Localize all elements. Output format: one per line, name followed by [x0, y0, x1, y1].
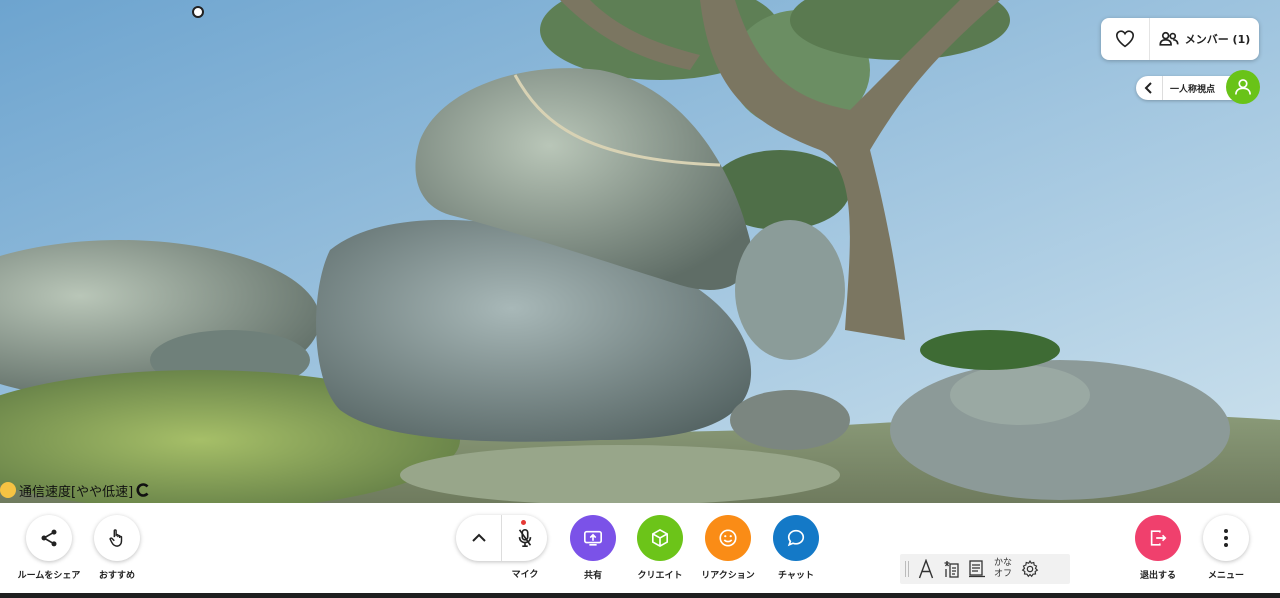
- reload-icon[interactable]: [136, 483, 150, 497]
- chat-bubble-icon: [787, 529, 805, 547]
- text-to-speech-button[interactable]: [942, 554, 960, 584]
- menu-label: メニュー: [1207, 571, 1244, 581]
- speech-icon: [944, 561, 959, 578]
- member-label: メンバー (1): [1184, 33, 1251, 46]
- menu-button[interactable]: メニュー: [1193, 515, 1259, 581]
- a11y-settings-button[interactable]: [1020, 554, 1040, 584]
- drag-handle[interactable]: [904, 554, 910, 584]
- accessibility-toolbar: かな オフ: [900, 554, 1070, 584]
- network-status-label: 通信速度[やや低速]: [19, 484, 134, 500]
- create-label: クリエイト: [637, 571, 683, 581]
- network-status: 通信速度[やや低速]: [0, 481, 150, 500]
- view-mode-label: 一人称視点: [1170, 85, 1216, 95]
- recommend-button[interactable]: おすすめ: [84, 515, 150, 581]
- mic-status-dot: [521, 520, 526, 525]
- cube-icon: [651, 528, 669, 548]
- cursor-indicator: [192, 6, 204, 18]
- kana-line-1: かな: [994, 558, 1013, 568]
- network-status-dot: [0, 482, 16, 498]
- user-icon: [1235, 79, 1251, 95]
- expand-button[interactable]: [456, 515, 502, 561]
- hand-pointer-icon: [109, 529, 123, 547]
- 3d-scene-view[interactable]: [0, 0, 1280, 503]
- ruler-icon: [969, 560, 985, 578]
- share-icon: [41, 529, 57, 547]
- chat-button[interactable]: チャット: [763, 515, 829, 581]
- people-icon: [1159, 31, 1179, 46]
- mic-label: マイク: [511, 570, 539, 580]
- recommend-label: おすすめ: [98, 571, 135, 581]
- font-size-button[interactable]: [918, 554, 934, 584]
- grip-icon: [905, 561, 909, 577]
- reaction-label: リアクション: [701, 571, 755, 581]
- more-vertical-icon: [1224, 529, 1228, 547]
- screen-share-icon: [584, 530, 602, 546]
- screen-share-button[interactable]: 共有: [560, 515, 626, 581]
- exit-label: 退出する: [1139, 571, 1176, 581]
- share-room-button[interactable]: ルームをシェア: [12, 515, 86, 581]
- chevron-left-icon: [1144, 82, 1152, 94]
- chevron-up-icon: [471, 533, 486, 542]
- mic-control-group: [456, 515, 547, 561]
- kana-line-2: オフ: [994, 569, 1013, 579]
- reaction-button[interactable]: リアクション: [694, 515, 762, 581]
- share-room-label: ルームをシェア: [17, 571, 81, 581]
- kana-toggle-button[interactable]: かな オフ: [994, 554, 1012, 584]
- chat-label: チャット: [778, 571, 814, 581]
- smile-icon: [719, 529, 737, 547]
- create-button[interactable]: クリエイト: [627, 515, 693, 581]
- exit-icon: [1150, 530, 1167, 546]
- mic-off-icon: [518, 529, 531, 547]
- favorite-button[interactable]: [1101, 18, 1150, 60]
- avatar[interactable]: [1226, 70, 1260, 104]
- heart-icon: [1115, 30, 1135, 48]
- font-icon: [918, 559, 934, 579]
- top-right-panel: メンバー (1): [1101, 18, 1259, 60]
- gear-icon: [1021, 560, 1039, 578]
- view-back-button[interactable]: [1136, 76, 1163, 100]
- member-button[interactable]: メンバー (1): [1150, 18, 1259, 60]
- screen-share-label: 共有: [583, 571, 602, 581]
- exit-button[interactable]: 退出する: [1125, 515, 1191, 581]
- bottom-edge-bar: [0, 593, 1280, 598]
- reading-ruler-button[interactable]: [968, 554, 986, 584]
